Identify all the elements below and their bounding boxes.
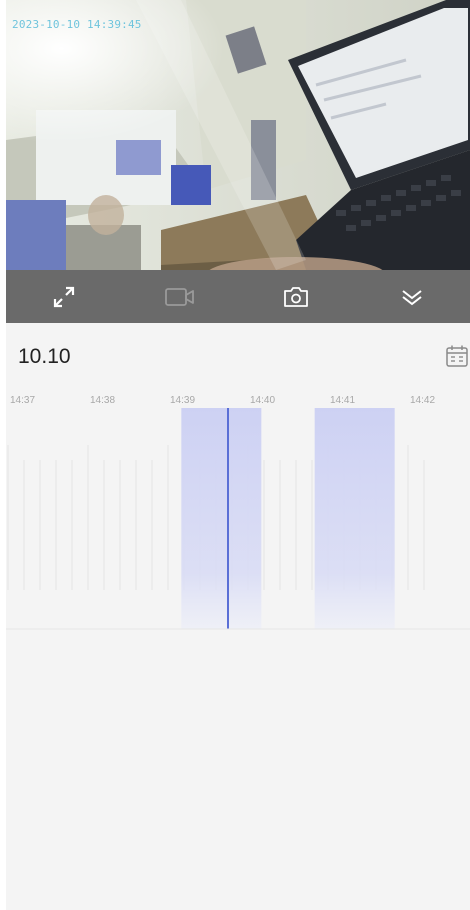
timeline-tick-label: 14:39 — [170, 395, 196, 406]
recorded-segment[interactable] — [314, 408, 395, 629]
timeline-tick-label: 14:41 — [330, 395, 356, 406]
timeline-track[interactable] — [6, 385, 470, 631]
snapshot-camera-icon — [284, 286, 308, 307]
calendar-button[interactable] — [444, 343, 470, 369]
camera-scene — [6, 0, 470, 270]
timeline-tick-label: 14:40 — [250, 395, 276, 406]
date-header: 10.10 — [6, 323, 470, 383]
record-video-button[interactable] — [156, 273, 204, 321]
timeline-tick-label: 14:42 — [410, 395, 436, 406]
timeline-tick-label: 14:38 — [90, 395, 116, 406]
recording-timeline[interactable]: 14:37 14:38 14:39 14:40 14:41 14:42 — [6, 385, 470, 631]
timeline-tick-label: 14:37 — [10, 395, 36, 406]
record-video-icon — [165, 287, 194, 306]
fullscreen-icon — [53, 286, 75, 307]
fullscreen-button[interactable] — [40, 273, 88, 321]
playback-control-bar — [6, 270, 470, 323]
selected-date-label: 10.10 — [18, 345, 71, 368]
camera-live-view[interactable]: 2023-10-10 14:39:45 — [6, 0, 470, 270]
collapse-double-chevron-icon — [402, 289, 422, 305]
recorded-segment[interactable] — [181, 408, 262, 629]
snapshot-button[interactable] — [272, 273, 320, 321]
app-frame: 2023-10-10 14:39:45 10.10 14:37 14:38 14… — [6, 0, 470, 910]
video-timestamp: 2023-10-10 14:39:45 — [12, 18, 142, 31]
collapse-button[interactable] — [388, 273, 436, 321]
calendar-icon — [446, 345, 468, 367]
